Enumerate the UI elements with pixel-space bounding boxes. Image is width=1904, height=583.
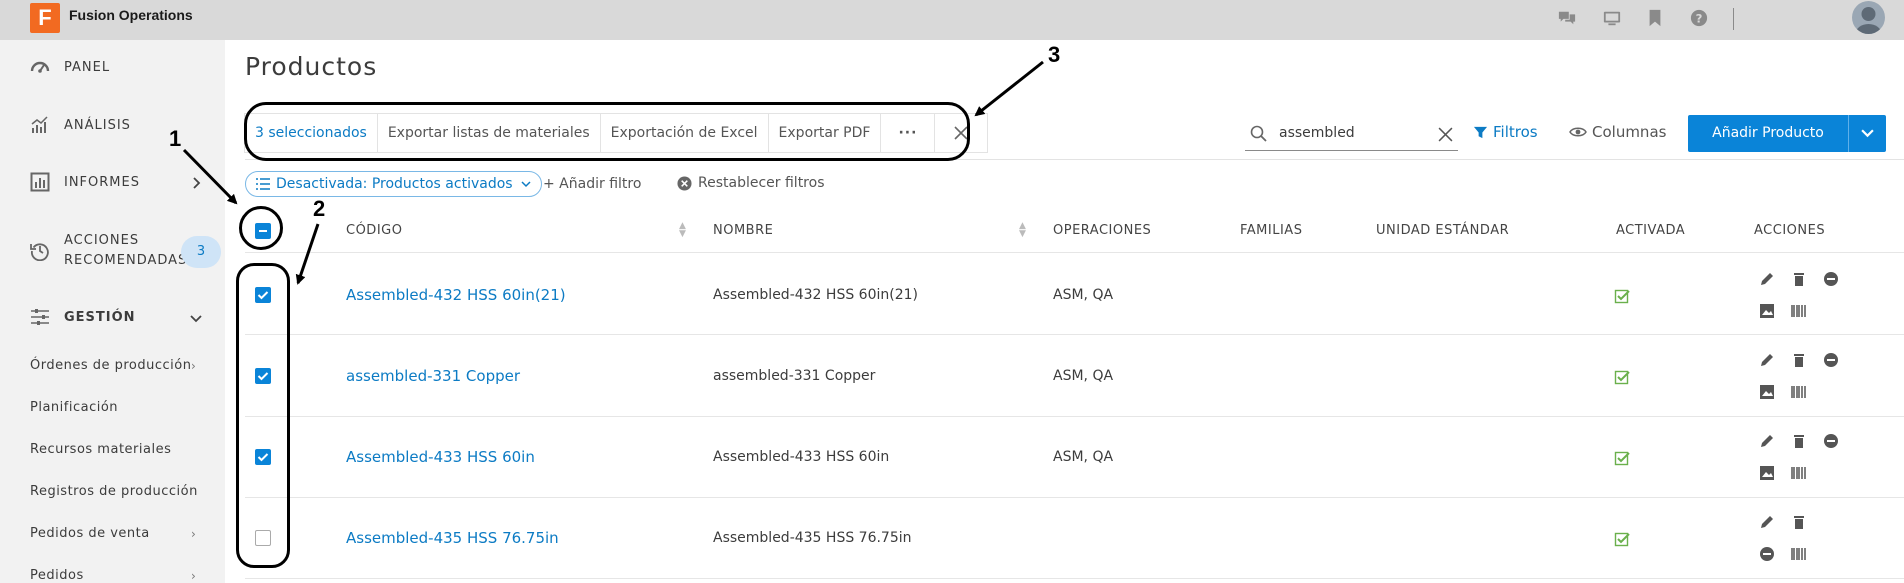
annotation-arrows: [182, 60, 1044, 285]
